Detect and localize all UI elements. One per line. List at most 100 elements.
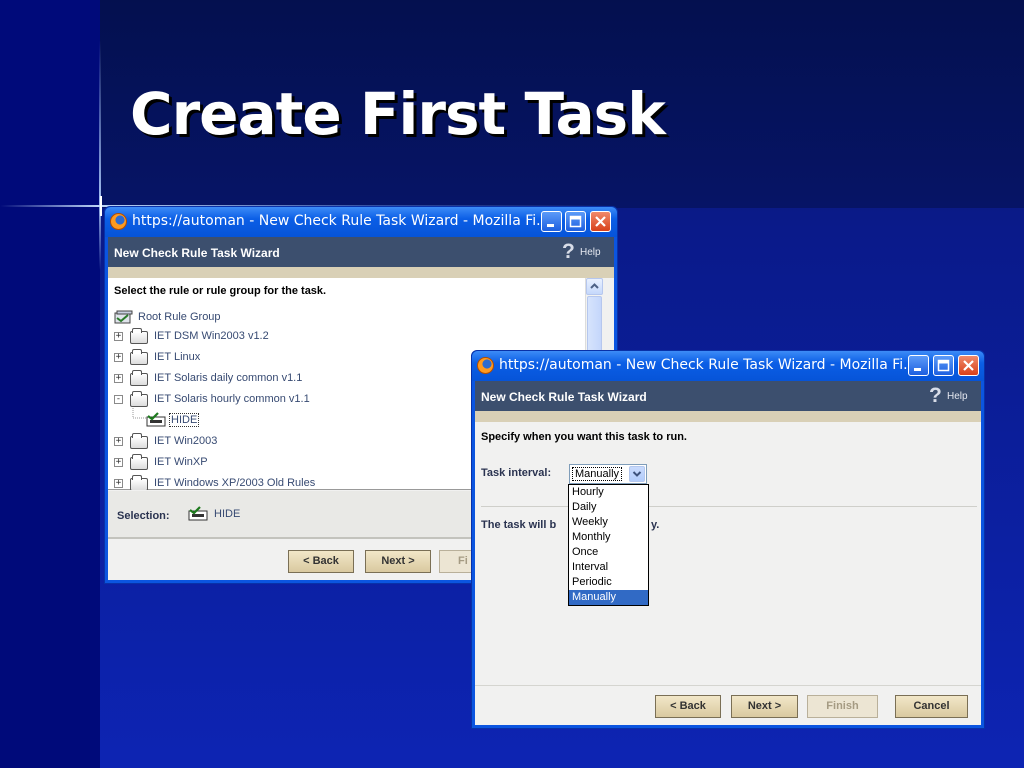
next-button[interactable]: Next >	[365, 550, 431, 573]
expand-toggle[interactable]: +	[114, 479, 123, 488]
selection-value: HIDE	[214, 508, 241, 520]
maximize-icon	[569, 215, 582, 228]
firefox-icon	[110, 213, 127, 230]
slide-title: Create First Task	[130, 80, 666, 148]
instruction-text: Select the rule or rule group for the ta…	[114, 285, 327, 297]
instruction-text: Specify when you want this task to run.	[481, 431, 687, 443]
tree-item-label: IET DSM Win2003 v1.2	[154, 330, 269, 342]
minimize-button[interactable]	[908, 355, 929, 376]
task-interval-value: Manually	[572, 467, 623, 481]
tree-connector	[132, 408, 146, 419]
scroll-thumb[interactable]	[587, 296, 602, 356]
tree-item-child[interactable]: HIDE	[132, 408, 332, 430]
tree-item[interactable]: - IET Solaris hourly common v1.1	[114, 391, 414, 409]
task-interval-label: Task interval:	[481, 467, 552, 479]
wizard-header: New Check Rule Task Wizard ? Help	[475, 381, 981, 411]
folder-icon	[130, 475, 148, 490]
help-link[interactable]: Help	[947, 391, 968, 402]
option-hourly[interactable]: Hourly	[569, 485, 648, 500]
chevron-up-icon	[590, 283, 599, 289]
option-monthly[interactable]: Monthly	[569, 530, 648, 545]
folder-icon	[130, 370, 148, 386]
wizard-header-title: New Check Rule Task Wizard	[114, 246, 280, 260]
back-button[interactable]: < Back	[288, 550, 354, 573]
folder-icon	[130, 454, 148, 470]
next-button[interactable]: Next >	[731, 695, 798, 718]
wizard-window-schedule: https://automan - New Check Rule Task Wi…	[471, 350, 985, 729]
expand-toggle[interactable]: +	[114, 374, 123, 383]
minimize-button[interactable]	[541, 211, 562, 232]
window-title: https://automan - New Check Rule Task Wi…	[132, 213, 550, 229]
help-icon[interactable]: ?	[562, 240, 575, 264]
section-divider	[481, 506, 977, 507]
task-interval-select[interactable]: Manually	[569, 464, 647, 484]
expand-toggle[interactable]: +	[114, 458, 123, 467]
maximize-button[interactable]	[933, 355, 954, 376]
expand-toggle[interactable]: +	[114, 353, 123, 362]
tree-item-label: HIDE	[169, 413, 200, 427]
tree-item[interactable]: + IET Windows XP/2003 Old Rules	[114, 475, 414, 490]
back-button[interactable]: < Back	[655, 695, 721, 718]
title-bar[interactable]: https://automan - New Check Rule Task Wi…	[472, 351, 984, 381]
tree-item[interactable]: + IET Linux	[114, 349, 414, 367]
close-icon	[595, 216, 606, 227]
maximize-button[interactable]	[565, 211, 586, 232]
tree-item-label: IET WinXP	[154, 456, 208, 468]
task-note-start: The task will b	[481, 519, 557, 531]
tree-item[interactable]: + IET Win2003	[114, 433, 414, 451]
expand-toggle[interactable]: +	[114, 332, 123, 341]
option-once[interactable]: Once	[569, 545, 648, 560]
wizard-header-title: New Check Rule Task Wizard	[481, 390, 647, 404]
task-interval-options[interactable]: Hourly Daily Weekly Monthly Once Interva…	[568, 484, 649, 606]
folder-icon	[130, 433, 148, 449]
help-link[interactable]: Help	[580, 247, 601, 258]
tree-item-label: IET Solaris daily common v1.1	[154, 372, 303, 384]
window-content: New Check Rule Task Wizard ? Help Specif…	[475, 381, 981, 725]
option-weekly[interactable]: Weekly	[569, 515, 648, 530]
rule-icon	[146, 412, 166, 427]
tree-item-label: IET Windows XP/2003 Old Rules	[154, 477, 316, 489]
tree-item[interactable]: + IET Solaris daily common v1.1	[114, 370, 414, 388]
finish-button[interactable]: Finish	[807, 695, 878, 718]
collapse-toggle[interactable]: -	[114, 395, 123, 404]
close-icon	[963, 360, 974, 371]
tree-item[interactable]: + IET WinXP	[114, 454, 414, 472]
close-button[interactable]	[590, 211, 611, 232]
tree-item-label: IET Solaris hourly common v1.1	[154, 393, 310, 405]
tree-root-label: Root Rule Group	[138, 311, 221, 323]
firefox-icon	[477, 357, 494, 374]
window-title: https://automan - New Check Rule Task Wi…	[499, 357, 917, 373]
option-daily[interactable]: Daily	[569, 500, 648, 515]
task-note-end: y.	[651, 519, 660, 531]
rule-group-icon	[114, 310, 133, 324]
tree-item-label: IET Win2003	[154, 435, 218, 447]
folder-icon	[130, 391, 148, 407]
dropdown-button[interactable]	[629, 466, 645, 482]
cancel-button[interactable]: Cancel	[895, 695, 968, 718]
help-icon[interactable]: ?	[929, 384, 942, 408]
header-divider	[475, 411, 981, 422]
expand-toggle[interactable]: +	[114, 437, 123, 446]
maximize-icon	[937, 359, 950, 372]
button-bar-divider	[475, 685, 981, 686]
rule-icon	[188, 506, 208, 521]
chevron-down-icon	[632, 471, 642, 477]
tree-item[interactable]: + IET DSM Win2003 v1.2	[114, 328, 414, 346]
close-button[interactable]	[958, 355, 979, 376]
option-interval[interactable]: Interval	[569, 560, 648, 575]
wizard-header: New Check Rule Task Wizard ? Help	[108, 237, 614, 267]
tree-root[interactable]: Root Rule Group	[114, 309, 314, 327]
title-bar[interactable]: https://automan - New Check Rule Task Wi…	[105, 207, 617, 237]
scroll-up-button[interactable]	[586, 278, 603, 295]
decor-vertical-line	[99, 40, 101, 270]
tree-item-label: IET Linux	[154, 351, 201, 363]
selection-label: Selection:	[117, 510, 170, 522]
header-divider	[108, 267, 614, 278]
minimize-icon	[914, 368, 921, 371]
folder-icon	[130, 349, 148, 365]
option-periodic[interactable]: Periodic	[569, 575, 648, 590]
option-manually[interactable]: Manually	[569, 590, 648, 605]
background-left	[0, 0, 100, 768]
minimize-icon	[547, 224, 554, 227]
folder-icon	[130, 328, 148, 344]
